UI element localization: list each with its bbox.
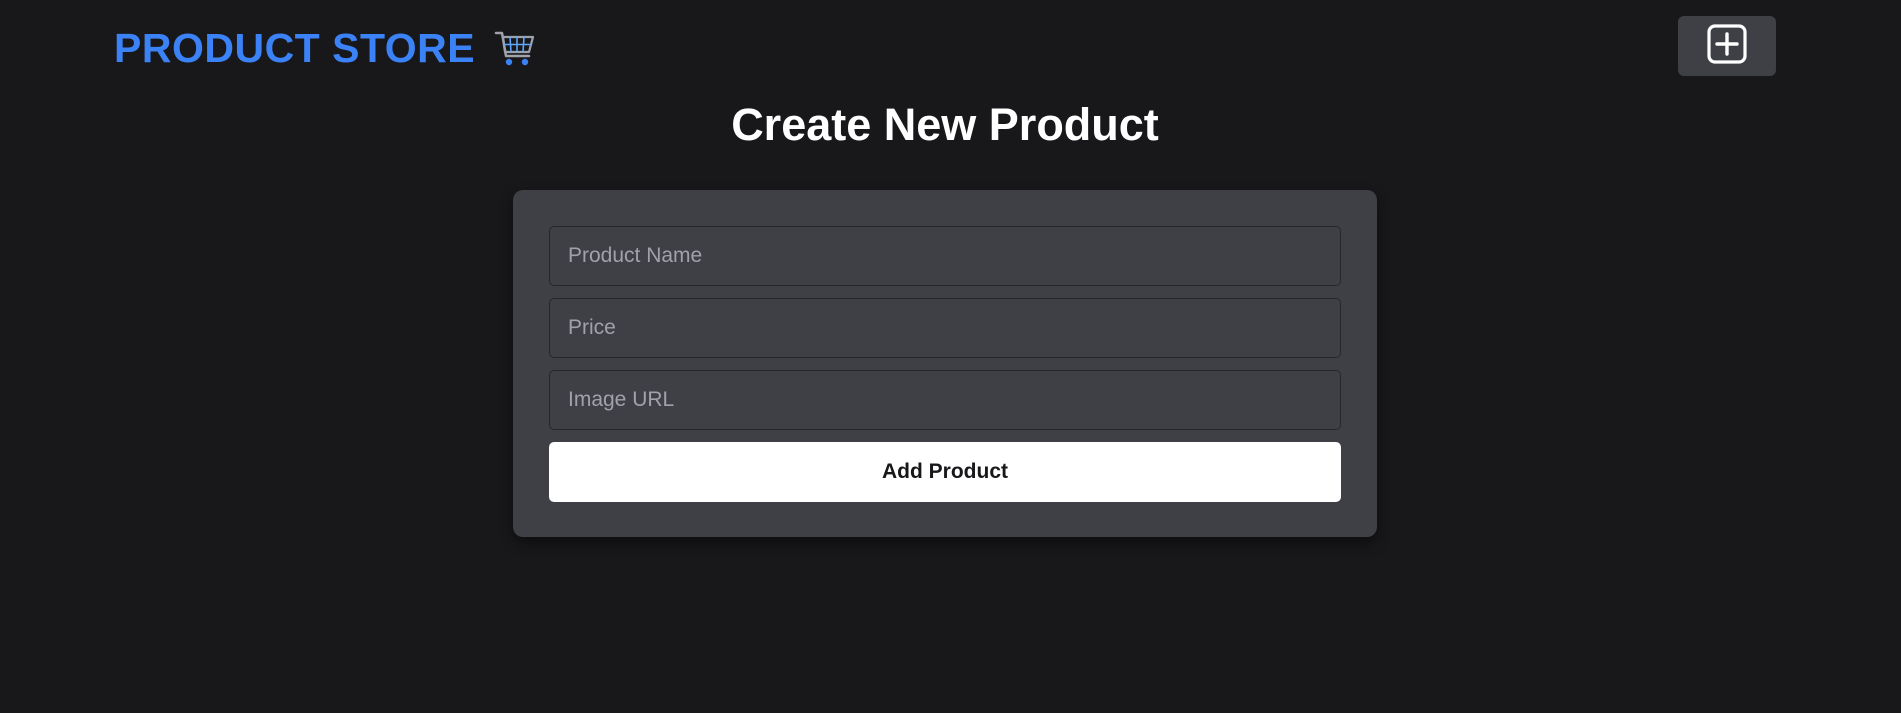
plus-square-icon	[1706, 23, 1748, 70]
brand-title: PRODUCT STORE	[114, 24, 476, 71]
image-url-input[interactable]	[549, 370, 1341, 430]
create-product-form: Add Product	[513, 190, 1377, 537]
page: PRODUCT STORE Create New Product Product…	[0, 0, 1901, 713]
shopping-cart-icon	[493, 26, 537, 70]
page-title: Create New Product	[731, 99, 1159, 150]
price-input[interactable]	[549, 298, 1341, 358]
navbar: PRODUCT STORE	[0, 0, 1901, 96]
create-product-button[interactable]	[1678, 16, 1776, 76]
product-name-input[interactable]	[549, 226, 1341, 286]
brand-link[interactable]: PRODUCT STORE	[114, 24, 537, 72]
add-product-button[interactable]: Add Product	[549, 442, 1341, 502]
